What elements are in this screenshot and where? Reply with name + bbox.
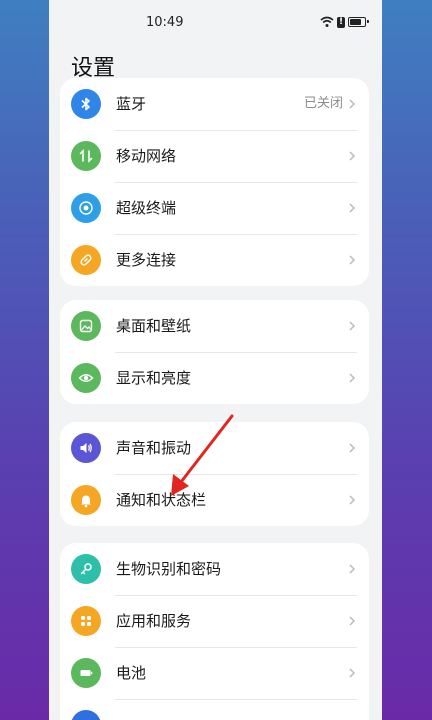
settings-item-label: 超级终端 bbox=[116, 199, 177, 217]
settings-item-label: 声音和振动 bbox=[116, 439, 192, 457]
settings-item-label: 更多连接 bbox=[116, 251, 177, 269]
settings-item-biometrics[interactable]: 生物识别和密码 bbox=[60, 543, 369, 595]
super-device-icon bbox=[71, 193, 101, 223]
settings-group-system: 生物识别和密码 应用和服务 电池 bbox=[60, 543, 369, 720]
settings-item-next[interactable] bbox=[60, 699, 369, 720]
settings-item-label: 通知和状态栏 bbox=[116, 491, 207, 509]
settings-item-more-connections[interactable]: 更多连接 bbox=[60, 234, 369, 286]
settings-item-label: 移动网络 bbox=[116, 147, 177, 165]
alert-icon: ! bbox=[337, 16, 345, 28]
settings-item-label: 应用和服务 bbox=[116, 612, 192, 630]
chevron-right-icon bbox=[349, 99, 356, 109]
settings-item-mobile-network[interactable]: 移动网络 bbox=[60, 130, 369, 182]
chevron-right-icon bbox=[349, 495, 356, 505]
key-icon bbox=[71, 554, 101, 584]
speaker-icon bbox=[71, 433, 101, 463]
settings-group-display: 桌面和壁纸 显示和亮度 bbox=[60, 300, 369, 404]
settings-item-battery[interactable]: 电池 bbox=[60, 647, 369, 699]
battery-icon bbox=[71, 658, 101, 688]
settings-item-display[interactable]: 显示和亮度 bbox=[60, 352, 369, 404]
mobile-network-icon bbox=[71, 141, 101, 171]
settings-item-label: 生物识别和密码 bbox=[116, 560, 222, 578]
settings-group-connections: 蓝牙 已关闭 移动网络 超级终端 更多连接 bbox=[60, 78, 369, 286]
apps-icon bbox=[71, 606, 101, 636]
settings-item-bluetooth[interactable]: 蓝牙 已关闭 bbox=[60, 78, 369, 130]
settings-item-super-device[interactable]: 超级终端 bbox=[60, 182, 369, 234]
settings-item-sound[interactable]: 声音和振动 bbox=[60, 422, 369, 474]
partial-item-icon bbox=[71, 710, 101, 720]
settings-item-label: 电池 bbox=[116, 664, 147, 682]
chevron-right-icon bbox=[349, 373, 356, 383]
link-icon bbox=[71, 245, 101, 275]
settings-screen: 10:49 ! 设置 蓝牙 已关闭 移动网络 超级终端 更多连接 桌面和壁纸 显… bbox=[49, 0, 382, 720]
settings-item-value: 已关闭 bbox=[303, 96, 343, 111]
eye-icon bbox=[71, 363, 101, 393]
settings-item-label: 蓝牙 bbox=[116, 95, 147, 113]
status-bar: 10:49 ! bbox=[49, 0, 382, 46]
chevron-right-icon bbox=[349, 151, 356, 161]
chevron-right-icon bbox=[349, 203, 356, 213]
settings-item-label: 桌面和壁纸 bbox=[116, 317, 192, 335]
chevron-right-icon bbox=[349, 255, 356, 265]
battery-status-icon bbox=[348, 17, 369, 27]
wifi-icon bbox=[320, 16, 334, 27]
settings-item-label: 显示和亮度 bbox=[116, 369, 192, 387]
bluetooth-icon bbox=[71, 89, 101, 119]
settings-item-wallpaper[interactable]: 桌面和壁纸 bbox=[60, 300, 369, 352]
settings-item-apps[interactable]: 应用和服务 bbox=[60, 595, 369, 647]
status-time: 10:49 bbox=[146, 15, 184, 30]
bell-icon bbox=[71, 485, 101, 515]
chevron-right-icon bbox=[349, 321, 356, 331]
settings-group-sound-notifications: 声音和振动 通知和状态栏 bbox=[60, 422, 369, 526]
settings-item-notifications[interactable]: 通知和状态栏 bbox=[60, 474, 369, 526]
chevron-right-icon bbox=[349, 668, 356, 678]
chevron-right-icon bbox=[349, 443, 356, 453]
wallpaper-icon bbox=[71, 311, 101, 341]
chevron-right-icon bbox=[349, 564, 356, 574]
status-icons: ! bbox=[320, 14, 369, 30]
chevron-right-icon bbox=[349, 616, 356, 626]
